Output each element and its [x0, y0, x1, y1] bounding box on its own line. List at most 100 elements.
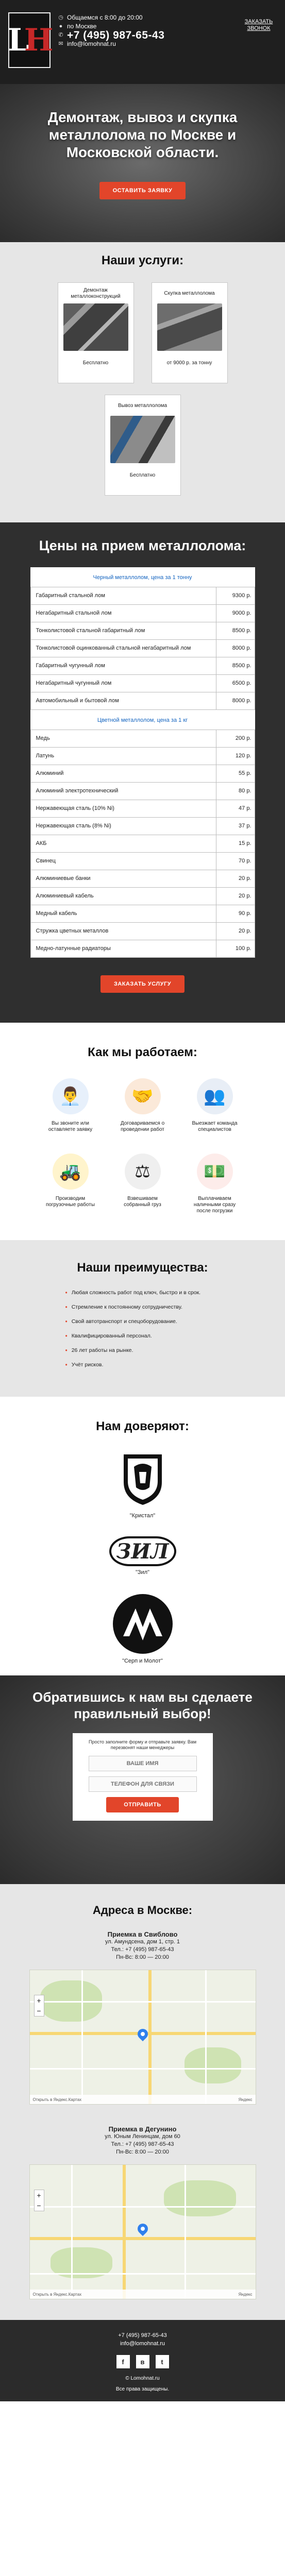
price-row: Свинец 70 р. — [30, 853, 255, 870]
price-item-name: Габаритный стальной лом — [31, 587, 216, 604]
price-item-value: 8500 р. — [232, 628, 252, 634]
price-item-name: Медь — [31, 730, 216, 747]
work-step: 👨‍💼 Вы звоните или оставляете заявку — [42, 1078, 99, 1133]
map-pin-icon[interactable] — [135, 2027, 150, 2042]
vk-icon[interactable]: в — [136, 2355, 149, 2368]
kristal-emblem-icon — [123, 1454, 162, 1505]
work-step-text: Договариваемся о проведении работ — [120, 1121, 165, 1132]
price-row: Негабаритный чугунный лом 6500 р. — [30, 675, 255, 692]
price-item-name: Медный кабель — [31, 905, 216, 922]
client-name: "Серп и Молот" — [122, 1658, 163, 1664]
office-phone[interactable]: Тел.: +7 (495) 987-65-43 — [0, 1946, 285, 1954]
office-phone[interactable]: Тел.: +7 (495) 987-65-43 — [0, 2141, 285, 2148]
price-item-name: Алюминий — [31, 765, 216, 782]
office-address: ул. Юным Ленинцам, дом 60 — [105, 2133, 180, 2140]
service-title: Скупка металлолома — [164, 291, 215, 296]
price-item-value: 9300 р. — [232, 592, 252, 599]
advantage-text: Учёт рисков. — [71, 1362, 104, 1368]
how-steps-grid: 👨‍💼 Вы звоните или оставляете заявку 🤝 Дого… — [0, 1078, 285, 1214]
open-in-yandex-link[interactable]: Открыть в Яндекс.Картах — [33, 2097, 82, 2102]
footer-phone[interactable]: +7 (495) 987-65-43 — [0, 2331, 285, 2340]
footer-email[interactable]: info@lomohnat.ru — [0, 2340, 285, 2348]
price-item-value: 15 р. — [239, 840, 252, 846]
price-row: Тонколистовой стальной габаритный лом 850… — [30, 622, 255, 640]
services-section: Наши услуги: Демонтаж металлоконструкций… — [0, 242, 285, 522]
how-title: Как мы работаем: — [88, 1045, 197, 1059]
map-degunino[interactable]: + − Открыть в Яндекс.Картах Яндекс — [29, 2164, 256, 2299]
map-road — [148, 1970, 152, 2104]
prices-cta-wrap: ЗАКАЗАТЬ УСЛУГУ — [0, 975, 285, 993]
office-address: ул. Амундсена, дом 1, стр. 1 — [105, 1939, 180, 1945]
manager-icon: 👨‍💼 — [52, 1078, 89, 1114]
price-item-value: 55 р. — [239, 770, 252, 776]
price-item-value: 8000 р. — [232, 645, 252, 651]
price-row: Автомобильный и бытовой лом 8000 р. — [30, 692, 255, 710]
hours-text: Общаемся с 8:00 до 20:00 — [67, 14, 143, 21]
price-row: Тонколистовой оцинкованный стальной нега… — [30, 640, 255, 657]
logo-letter-h: H — [24, 22, 54, 58]
price-row: Алюминий электротехнический 80 р. — [30, 783, 255, 800]
map-footer: Открыть в Яндекс.Картах Яндекс — [29, 2290, 256, 2299]
work-step: 💵 Выплачиваем наличными сразу после погру… — [187, 1154, 243, 1214]
facebook-icon[interactable]: f — [116, 2355, 130, 2368]
price-row: Алюминиевый кабель 20 р. — [30, 888, 255, 905]
advantage-item: • Учёт рисков. — [65, 1362, 220, 1368]
service-photo — [63, 303, 128, 351]
advantage-item: • Стремление к постоянному сотрудничеству… — [65, 1304, 220, 1311]
price-row: Медно-латунные радиаторы 100 р. — [30, 940, 255, 958]
price-item-name: Негабаритный стальной лом — [31, 605, 216, 622]
price-item-value: 90 р. — [239, 910, 252, 917]
open-in-yandex-link[interactable]: Открыть в Яндекс.Картах — [33, 2292, 82, 2297]
price-row: Габаритный чугунный лом 8500 р. — [30, 657, 255, 675]
team-icon: 👥 — [196, 1078, 233, 1114]
price-item-value: 8000 р. — [232, 698, 252, 704]
order-service-button[interactable]: ЗАКАЗАТЬ УСЛУГУ — [100, 975, 185, 993]
header-email[interactable]: info@lomohnat.ru — [67, 40, 116, 48]
service-photo — [157, 303, 222, 351]
copyright: © Lomohnat.ru — [125, 2376, 160, 2381]
advantages-list: • Любая сложность работ под ключ, быстро … — [65, 1290, 220, 1368]
map-footer: Открыть в Яндекс.Картах Яндекс — [29, 2095, 256, 2104]
order-call-link[interactable]: ЗАКАЗАТЬ ЗВОНОК — [239, 19, 279, 32]
price-item-value: 200 р. — [235, 735, 252, 741]
bullet-icon: • — [65, 1303, 68, 1311]
work-step-text: Выплачиваем наличными сразу после погруз… — [193, 1196, 236, 1214]
price-item-name: Тонколистовой оцинкованный стальной нега… — [31, 640, 216, 657]
service-card-removal[interactable]: Вывоз металлолома Бесплатно — [104, 395, 181, 496]
price-row: Медный кабель 90 р. — [30, 905, 255, 923]
scale-icon: ⚖ — [124, 1154, 161, 1190]
service-photo — [110, 416, 175, 463]
logo[interactable]: LH — [8, 12, 54, 68]
twitter-icon[interactable]: t — [155, 2355, 169, 2368]
advantages-section: Наши преимущества: • Любая сложность рабо… — [0, 1240, 285, 1397]
how-we-work-section: Как мы работаем: 👨‍💼 Вы звоните или остав… — [0, 1023, 285, 1240]
phone-row[interactable]: ✆ +7 (495) 987-65-43 — [58, 30, 228, 41]
map-street — [205, 1970, 207, 2104]
phone-icon: ✆ — [58, 32, 63, 38]
price-item-name: Нержавеющая сталь (10% Ni) — [31, 800, 216, 817]
work-step: ⚖ Взвешиваем собранный груз — [114, 1154, 171, 1214]
service-card-purchase[interactable]: Скупка металлолома от 9000 р. за тонну — [151, 282, 228, 383]
ferrous-price-table: Черный металлолом, цена за 1 тонну Габар… — [30, 567, 255, 710]
map-pin-icon[interactable] — [135, 2222, 150, 2236]
name-input[interactable] — [88, 1756, 197, 1771]
header-phone[interactable]: +7 (495) 987-65-43 — [67, 30, 164, 41]
service-card-demolition[interactable]: Демонтаж металлоконструкций Бесплатно — [57, 282, 134, 383]
phone-input[interactable] — [88, 1776, 197, 1792]
submit-button[interactable]: ОТПРАВИТЬ — [106, 1797, 179, 1812]
map-street — [71, 2165, 73, 2299]
handshake-icon: 🤝 — [124, 1078, 161, 1114]
map-sviblovo[interactable]: + − Открыть в Яндекс.Картах Яндекс — [29, 1970, 256, 2105]
price-item-name: Латунь — [31, 748, 216, 765]
hero: Демонтаж, вывоз и скупка металлолома по … — [0, 84, 285, 242]
price-item-value: 70 р. — [239, 858, 252, 864]
client-logo-kristal: "Кристал" — [91, 1451, 194, 1519]
park-area — [184, 2047, 241, 2083]
bullet-icon: • — [65, 1332, 68, 1340]
map-zoom-control[interactable]: + − — [33, 2190, 44, 2211]
price-item-name: АКБ — [31, 835, 216, 852]
client-logo-zil: ЗИЛ "Зил" — [91, 1536, 194, 1575]
prices-section: Цены на прием металлолома: Черный металл… — [0, 522, 285, 1023]
leave-request-button[interactable]: ОСТАВИТЬ ЗАЯВКУ — [99, 182, 186, 199]
map-zoom-control[interactable]: + − — [33, 1995, 44, 2016]
